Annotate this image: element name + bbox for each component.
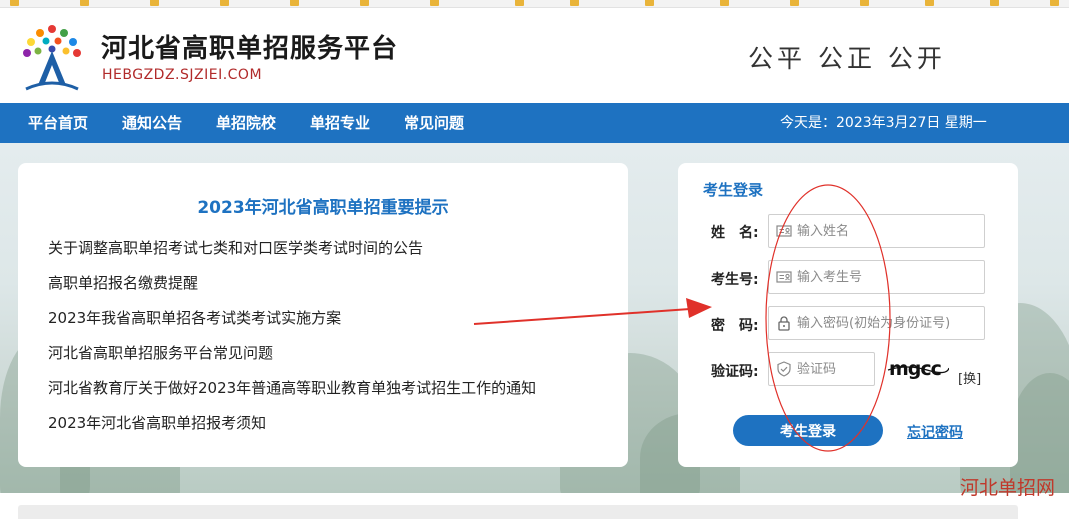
name-label: 姓 名:	[711, 225, 759, 241]
nav-item-schools[interactable]: 单招院校	[216, 103, 276, 143]
main-nav: 平台首页 通知公告 单招院校 单招专业 常见问题 今天是：2023年3月27日 …	[0, 103, 1069, 143]
password-label: 密 码:	[711, 318, 759, 334]
captcha-input[interactable]	[797, 353, 871, 385]
bookmark-folder-icon[interactable]	[220, 0, 229, 6]
bookmark-folder-icon[interactable]	[515, 0, 524, 6]
bookmark-folder-icon[interactable]	[150, 0, 159, 6]
notice-panel: 2023年河北省高职单招重要提示 关于调整高职单招考试七类和对口医学类考试时间的…	[18, 163, 628, 467]
site-logo-icon[interactable]	[16, 21, 88, 95]
notice-item[interactable]: 关于调整高职单招考试七类和对口医学类考试时间的公告	[48, 237, 536, 272]
exam-id-field[interactable]	[768, 260, 985, 294]
site-title: 河北省高职单招服务平台	[101, 34, 399, 64]
captcha-field[interactable]	[768, 352, 875, 386]
bookmark-bar	[0, 0, 1069, 8]
bookmark-folder-icon[interactable]	[645, 0, 654, 6]
bookmark-folder-icon[interactable]	[990, 0, 999, 6]
nav-item-home[interactable]: 平台首页	[28, 103, 88, 143]
captcha-refresh-link[interactable]: [换]	[958, 368, 981, 387]
bookmark-folder-icon[interactable]	[790, 0, 799, 6]
nav-item-majors[interactable]: 单招专业	[310, 103, 370, 143]
notice-list: 关于调整高职单招考试七类和对口医学类考试时间的公告 高职单招报名缴费提醒 202…	[48, 237, 536, 447]
id-card-icon	[776, 225, 792, 237]
name-input[interactable]	[797, 215, 977, 247]
notice-title: 2023年河北省高职单招重要提示	[197, 198, 449, 218]
captcha-label: 验证码:	[711, 364, 759, 380]
site-slogan: 公平 公正 公开	[748, 44, 946, 73]
forgot-password-link[interactable]: 忘记密码	[907, 422, 963, 442]
exam-id-input[interactable]	[797, 261, 977, 293]
watermark-text: 河北单招网	[960, 477, 1056, 499]
password-input[interactable]	[797, 307, 982, 339]
shield-check-icon	[777, 361, 791, 377]
bookmark-folder-icon[interactable]	[570, 0, 579, 6]
id-card-icon	[776, 271, 792, 283]
password-field[interactable]	[768, 306, 985, 340]
notice-item[interactable]: 2023年河北省高职单招报考须知	[48, 412, 536, 447]
bookmark-folder-icon[interactable]	[360, 0, 369, 6]
bookmark-folder-icon[interactable]	[290, 0, 299, 6]
notice-item[interactable]: 高职单招报名缴费提醒	[48, 272, 536, 307]
bookmark-folder-icon[interactable]	[430, 0, 439, 6]
site-domain: HEBGZDZ.SJZIEI.COM	[102, 67, 263, 83]
name-field[interactable]	[768, 214, 985, 248]
captcha-text: mgcc	[889, 358, 941, 380]
site-header: 河北省高职单招服务平台 HEBGZDZ.SJZIEI.COM 公平 公正 公开	[0, 9, 1069, 103]
footer-bar	[18, 505, 1018, 519]
captcha-image[interactable]: mgcc	[887, 358, 949, 380]
login-title: 考生登录	[703, 181, 764, 199]
notice-item[interactable]: 河北省高职单招服务平台常见问题	[48, 342, 536, 377]
nav-item-faq[interactable]: 常见问题	[404, 103, 464, 143]
nav-item-notices[interactable]: 通知公告	[122, 103, 182, 143]
bookmark-folder-icon[interactable]	[1050, 0, 1059, 6]
login-button[interactable]: 考生登录	[733, 415, 883, 446]
notice-item[interactable]: 河北省教育厅关于做好2023年普通高等职业教育单独考试招生工作的通知	[48, 377, 536, 412]
bookmark-folder-icon[interactable]	[10, 0, 19, 6]
login-panel: 考生登录 姓 名: 考生号: 密 码: 验证码:	[678, 163, 1018, 467]
lock-icon	[778, 316, 790, 331]
bookmark-folder-icon[interactable]	[860, 0, 869, 6]
bookmark-folder-icon[interactable]	[925, 0, 934, 6]
exam-id-label: 考生号:	[711, 272, 759, 288]
bookmark-folder-icon[interactable]	[720, 0, 729, 6]
current-date: 今天是：2023年3月27日 星期一	[780, 115, 987, 131]
bookmark-folder-icon[interactable]	[80, 0, 89, 6]
notice-item[interactable]: 2023年我省高职单招各考试类考试实施方案	[48, 307, 536, 342]
